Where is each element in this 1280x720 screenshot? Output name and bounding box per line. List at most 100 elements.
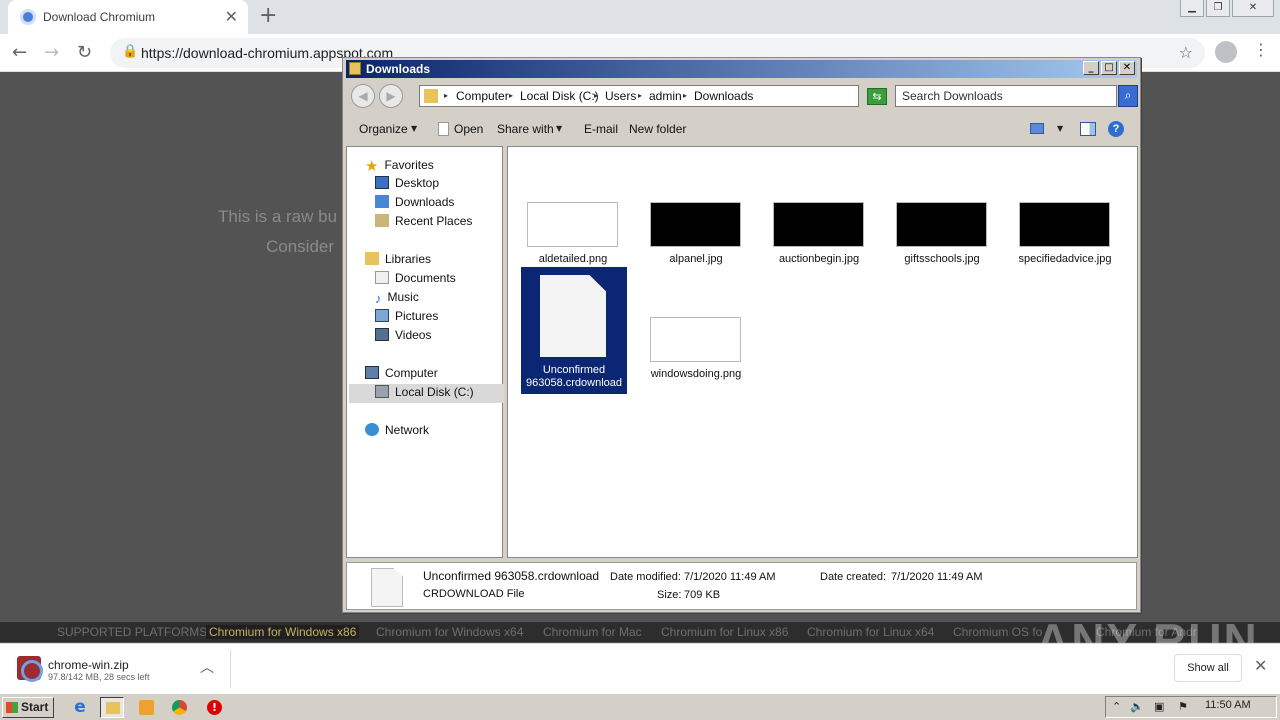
- file-list: aldetailed.png alpanel.jpg auctionbegin.…: [507, 146, 1138, 558]
- command-bar: Organize ▼ Open Share with ▼ E-mail New …: [346, 114, 1137, 144]
- videos-icon: [375, 328, 389, 341]
- ie-icon[interactable]: e: [68, 697, 92, 718]
- close-window-button[interactable]: ✕: [1119, 61, 1135, 75]
- reload-icon[interactable]: ↻: [77, 42, 92, 63]
- platform-link[interactable]: Chromium for Windows x64: [376, 625, 523, 639]
- page-text-line: This is a raw bu: [218, 207, 338, 226]
- navigation-pane: ★ Favorites Desktop Downloads Recent Plac…: [346, 146, 504, 558]
- disk-icon: [375, 385, 389, 398]
- minimize-button[interactable]: _: [1083, 61, 1099, 75]
- bookmark-star-icon[interactable]: ☆: [1179, 43, 1193, 62]
- menu-kebab-icon[interactable]: ⋮: [1253, 40, 1269, 59]
- window-title: Downloads: [366, 62, 431, 76]
- chevron-right-icon[interactable]: ▸: [638, 91, 642, 100]
- platform-link[interactable]: Chromium for Linux x64: [807, 625, 934, 639]
- file-name: giftsschools.jpg: [904, 253, 980, 265]
- chevron-right-icon[interactable]: ▸: [683, 91, 687, 100]
- profile-avatar-icon[interactable]: [1215, 41, 1237, 63]
- chrome-taskbar-icon[interactable]: [168, 697, 192, 718]
- nav-item-favorites[interactable]: ★ Favorites: [365, 157, 434, 175]
- start-button[interactable]: Start: [2, 697, 54, 718]
- help-icon[interactable]: ?: [1108, 121, 1124, 137]
- back-arrow-icon[interactable]: ◀: [351, 84, 375, 108]
- network-icon[interactable]: ▣: [1154, 700, 1164, 713]
- minimize-button[interactable]: ▁: [1180, 0, 1204, 17]
- show-all-button[interactable]: Show all: [1174, 654, 1242, 682]
- document-icon: [371, 568, 403, 607]
- image-thumbnail: [773, 202, 864, 247]
- nav-item-downloads[interactable]: Downloads: [375, 195, 454, 209]
- refresh-icon[interactable]: ⇆: [867, 88, 887, 105]
- new-folder-button[interactable]: New folder: [629, 122, 686, 136]
- close-icon[interactable]: ✕: [1254, 656, 1267, 675]
- open-button[interactable]: Open: [454, 122, 483, 136]
- nav-item-computer[interactable]: Computer: [365, 366, 438, 380]
- new-tab-button[interactable]: +: [259, 3, 277, 28]
- star-icon: ★: [365, 158, 379, 175]
- search-input[interactable]: Search Downloads: [895, 85, 1117, 107]
- close-window-button[interactable]: ✕: [1232, 0, 1274, 17]
- flag-icon[interactable]: ⚑: [1178, 700, 1188, 713]
- email-button[interactable]: E-mail: [584, 122, 618, 136]
- recent-places-icon: [375, 214, 389, 227]
- nav-item-videos[interactable]: Videos: [375, 328, 431, 342]
- details-size-label: Size:: [657, 589, 682, 601]
- details-date-created-label: Date created:: [820, 571, 887, 583]
- nav-item-music[interactable]: ♪ Music: [375, 290, 419, 306]
- stop-icon[interactable]: !: [203, 697, 227, 718]
- file-item-selected[interactable]: Unconfirmed 963058.crdownload: [521, 267, 627, 394]
- breadcrumb-item[interactable]: Downloads: [694, 89, 753, 103]
- browser-tab[interactable]: Download Chromium ✕: [8, 0, 248, 34]
- details-date-created: 7/1/2020 11:49 AM: [891, 571, 983, 583]
- tab-close-icon[interactable]: ✕: [225, 7, 238, 26]
- view-icon[interactable]: [1030, 123, 1044, 134]
- platform-link[interactable]: Chromium for Windows x86: [206, 625, 360, 639]
- media-player-icon[interactable]: [135, 697, 159, 718]
- chevron-down-icon[interactable]: ▼: [1057, 124, 1063, 133]
- organize-button[interactable]: Organize: [359, 122, 408, 136]
- platform-link[interactable]: Chromium for Linux x86: [661, 625, 788, 639]
- nav-item-network[interactable]: Network: [365, 423, 429, 437]
- documents-icon: [375, 271, 389, 284]
- nav-item-libraries[interactable]: Libraries: [365, 252, 431, 266]
- preview-pane-icon[interactable]: [1080, 122, 1096, 136]
- platform-link[interactable]: Chromium for Mac: [543, 625, 642, 639]
- chevron-right-icon[interactable]: ▸: [594, 91, 598, 100]
- download-shelf: chrome-win.zip 97.8/142 MB, 28 secs left…: [0, 643, 1280, 693]
- chevron-up-icon[interactable]: ︿: [200, 657, 214, 677]
- nav-label: Local Disk (C:): [395, 385, 474, 399]
- maximize-button[interactable]: □: [1101, 61, 1117, 75]
- back-arrow-icon[interactable]: ←: [12, 42, 27, 63]
- chevron-right-icon[interactable]: ▸: [509, 91, 513, 100]
- network-icon: [365, 423, 379, 436]
- tray-arrow-icon[interactable]: ⌃: [1112, 700, 1121, 713]
- download-filename[interactable]: chrome-win.zip: [48, 658, 129, 672]
- search-icon[interactable]: ⌕: [1118, 85, 1138, 107]
- nav-label: Pictures: [395, 309, 439, 323]
- window-titlebar[interactable]: Downloads _ □ ✕: [346, 60, 1137, 78]
- nav-item-local-disk[interactable]: Local Disk (C:): [375, 385, 474, 399]
- breadcrumb-item[interactable]: Users: [605, 89, 636, 103]
- nav-item-recent-places[interactable]: Recent Places: [375, 214, 472, 228]
- explorer-address-bar[interactable]: ▸ Computer ▸ Local Disk (C:) ▸ Users ▸ a…: [419, 85, 927, 107]
- breadcrumb-item[interactable]: Computer: [456, 89, 509, 103]
- details-date-modified: 7/1/2020 11:49 AM: [684, 571, 776, 583]
- nav-item-pictures[interactable]: Pictures: [375, 309, 438, 323]
- breadcrumb-item[interactable]: admin: [649, 89, 682, 103]
- volume-icon[interactable]: 🔈: [1130, 700, 1144, 713]
- nav-label: Videos: [395, 328, 432, 342]
- download-status: 97.8/142 MB, 28 secs left: [48, 672, 150, 682]
- share-with-button[interactable]: Share with: [497, 122, 554, 136]
- nav-item-documents[interactable]: Documents: [375, 271, 456, 285]
- chevron-right-icon[interactable]: ▸: [444, 91, 448, 100]
- forward-arrow-icon[interactable]: →: [44, 42, 59, 63]
- explorer-taskbar-icon[interactable]: [100, 697, 124, 718]
- chevron-down-icon[interactable]: ▼: [556, 124, 562, 133]
- restore-button[interactable]: ❐: [1206, 0, 1230, 17]
- forward-arrow-icon[interactable]: ▶: [379, 84, 403, 108]
- nav-item-desktop[interactable]: Desktop: [375, 176, 439, 190]
- explorer-window-controls: _ □ ✕: [1081, 61, 1135, 75]
- platform-link[interactable]: Chromium OS fo: [953, 625, 1042, 639]
- breadcrumb-item[interactable]: Local Disk (C:): [520, 89, 599, 103]
- chevron-down-icon[interactable]: ▼: [411, 124, 417, 133]
